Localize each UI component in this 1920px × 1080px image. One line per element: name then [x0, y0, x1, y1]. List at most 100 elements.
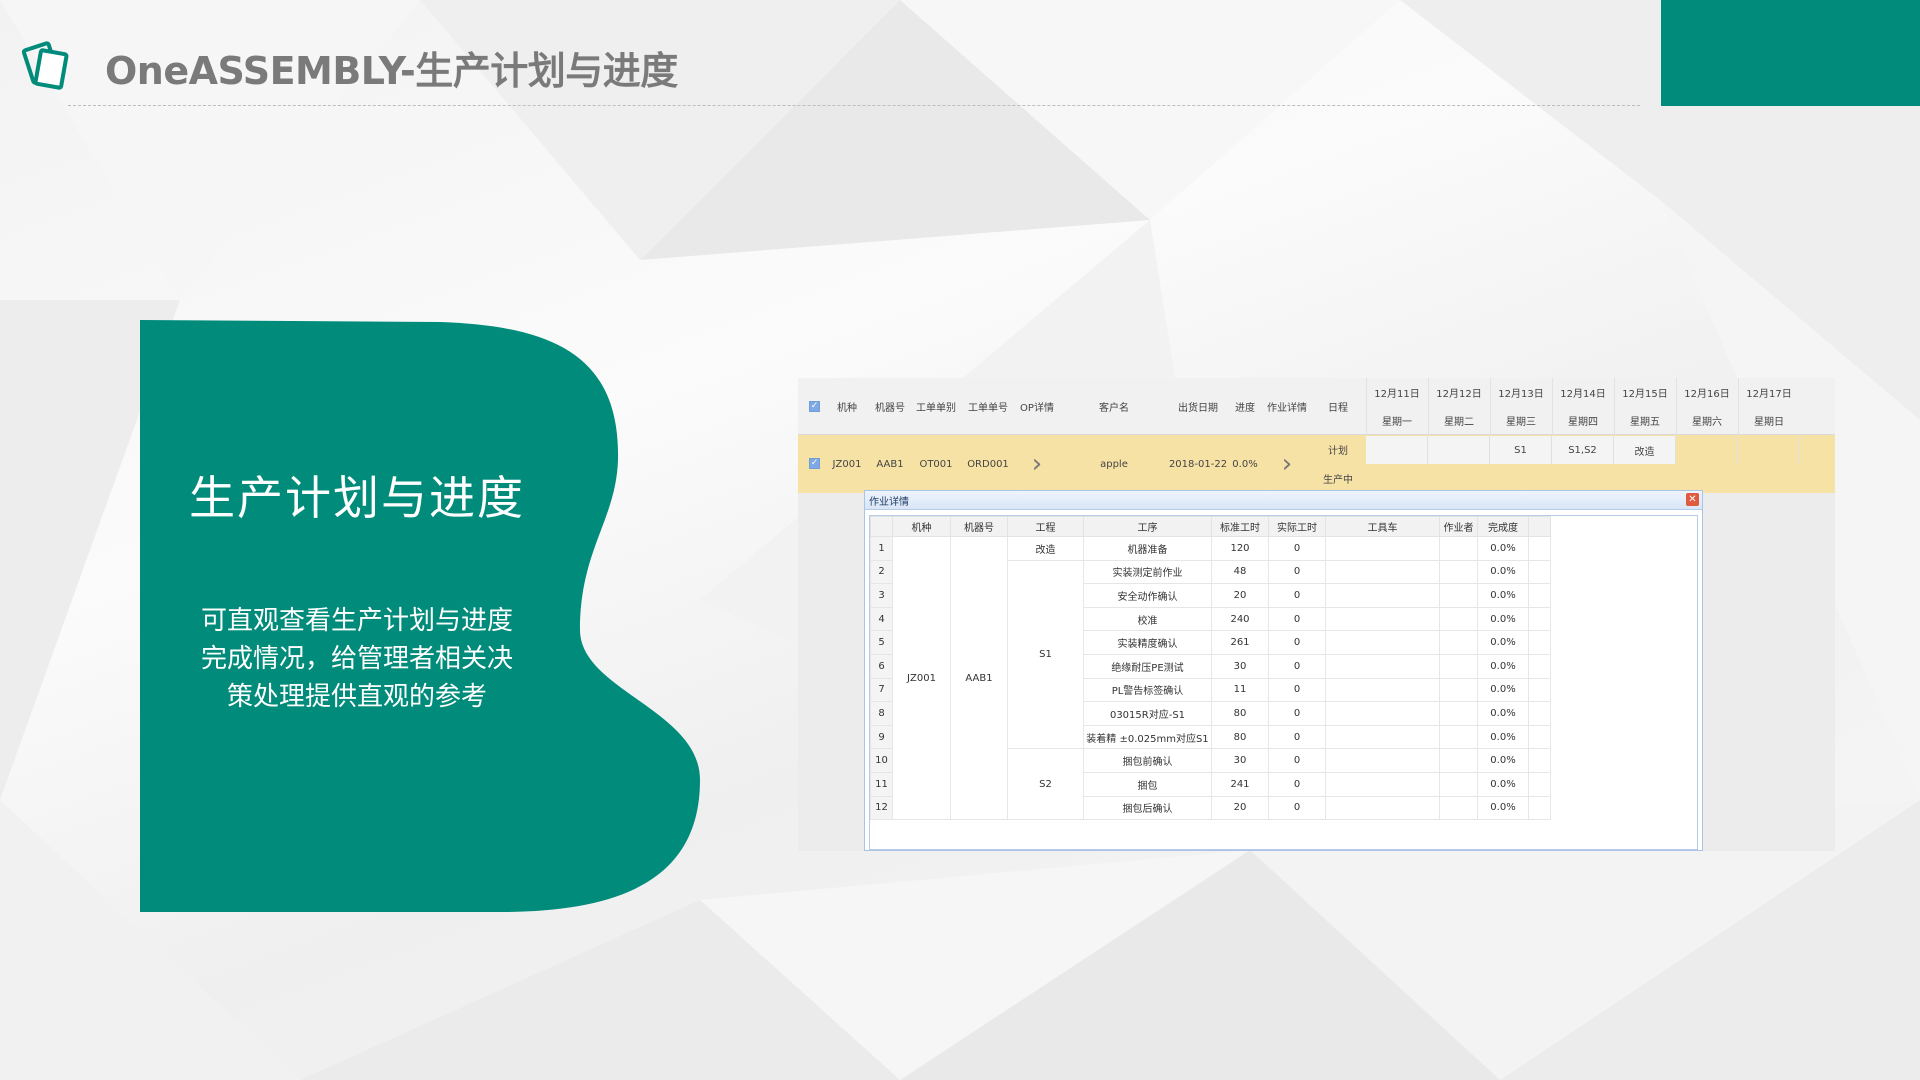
top-right-accent: [1661, 0, 1920, 106]
cell-actual-hours: 0: [1268, 771, 1326, 797]
col-header[interactable]: 完成度: [1477, 516, 1529, 537]
col-header[interactable]: 出货日期: [1170, 378, 1226, 435]
op-detail-chevron-icon[interactable]: ›: [1016, 435, 1058, 493]
col-header[interactable]: 日程: [1310, 378, 1366, 435]
cell-actual-hours: 0: [1268, 583, 1326, 608]
plan-day-cell[interactable]: [1366, 436, 1428, 464]
card-description-line: 策处理提供直观的参考: [226, 682, 487, 712]
col-header[interactable]: 标准工时: [1211, 516, 1269, 537]
plan-day-cell[interactable]: [1738, 436, 1800, 464]
date-header: 12月13日: [1498, 388, 1544, 400]
col-header[interactable]: 进度: [1226, 378, 1264, 435]
cell-actual-hours: 0: [1268, 559, 1326, 585]
weekday-header: 星期日: [1754, 417, 1784, 428]
card-title: 生产计划与进度: [189, 471, 525, 525]
cell-std-hours: 20: [1211, 583, 1269, 608]
dialog-title-bar[interactable]: 作业详情 ✕: [865, 491, 1702, 510]
col-header[interactable]: 工单单号: [960, 378, 1016, 435]
cell-spacer: [1528, 653, 1551, 679]
cell-operator: [1439, 559, 1478, 585]
cell-machine: AAB1: [950, 535, 1008, 821]
row-number: 12: [870, 795, 893, 821]
row-number: 4: [870, 606, 893, 632]
col-header[interactable]: 机器号: [950, 516, 1008, 537]
cell-process: 机器准备: [1083, 536, 1212, 561]
dialog-title: 作业详情: [869, 497, 909, 508]
cell-tool-cart: [1325, 771, 1440, 797]
cell-completion: 0.0%: [1477, 559, 1529, 585]
row-checkbox[interactable]: ✓: [809, 458, 820, 469]
select-all-checkbox[interactable]: ✓: [809, 401, 820, 412]
date-header: 12月17日: [1746, 388, 1792, 400]
plan-day-cell[interactable]: [1676, 436, 1738, 464]
col-header[interactable]: 实际工时: [1268, 516, 1326, 537]
cell-std-hours: 30: [1211, 653, 1269, 679]
cell-tool-cart: [1325, 795, 1440, 821]
col-header[interactable]: 机种: [892, 516, 951, 537]
weekday-header: 星期四: [1568, 417, 1598, 428]
cell-operator: [1439, 748, 1478, 773]
plan-day-cell[interactable]: [1428, 436, 1490, 464]
cell-customer: apple: [1100, 458, 1128, 470]
cell-tool-cart: [1325, 583, 1440, 608]
cell-actual-hours: 0: [1268, 653, 1326, 679]
col-header[interactable]: 作业详情: [1264, 378, 1310, 435]
row-number: 1: [870, 536, 893, 561]
cell-process: 捆包: [1083, 771, 1212, 797]
cell-operator: [1439, 771, 1478, 797]
app-screenshot: ✓ 机种 机器号 工单单别 工单单号 OP详情 客户名 出货日期 进度 作业详情…: [798, 378, 1835, 851]
date-header: 12月16日: [1684, 388, 1730, 400]
col-header[interactable]: 作业者: [1439, 516, 1478, 537]
cell-process: 实装测定前作业: [1083, 559, 1212, 585]
table-header-row: 机种 机器号 工程 工序 标准工时 实际工时 工具车 作业者 完成度: [870, 516, 1551, 537]
plan-day-cell[interactable]: S1: [1490, 436, 1552, 464]
cell-operator: [1439, 677, 1478, 703]
job-detail-dialog: 作业详情 ✕ 机种 机器号 工程 工序 标准工时 实际工时 工具车 作业者 完成…: [864, 490, 1703, 851]
cell-process: 校准: [1083, 606, 1212, 632]
cell-process: 捆包前确认: [1083, 748, 1212, 773]
cell-completion: 0.0%: [1477, 748, 1529, 773]
table-row[interactable]: 1 JZ001 AAB1 改造 机器准备 120 0 0.0%: [870, 535, 1551, 821]
cell-tool-cart: [1325, 653, 1440, 679]
col-header[interactable]: 机器号: [868, 378, 912, 435]
cell-process: 03015R对应-S1: [1083, 701, 1212, 726]
col-header[interactable]: 工程: [1007, 516, 1084, 537]
cell-spacer: [1528, 677, 1551, 703]
col-header[interactable]: 工具车: [1325, 516, 1440, 537]
cell-order-type: OT001: [919, 458, 953, 470]
cell-operator: [1439, 536, 1478, 561]
cell-model: JZ001: [832, 458, 862, 470]
col-header[interactable]: 机种: [826, 378, 868, 435]
col-header[interactable]: 客户名: [1058, 378, 1170, 435]
cell-process: PL警告标签确认: [1083, 677, 1212, 703]
cell-actual-hours: 0: [1268, 630, 1326, 655]
col-header[interactable]: OP详情: [1016, 378, 1058, 435]
cell-actual-hours: 0: [1268, 677, 1326, 703]
cell-machine: AAB1: [876, 458, 904, 470]
col-header-index: [870, 516, 893, 537]
cell-spacer: [1528, 536, 1551, 561]
cell-actual-hours: 0: [1268, 606, 1326, 632]
cell-process: 捆包后确认: [1083, 795, 1212, 821]
cell-spacer: [1528, 559, 1551, 585]
cell-std-hours: 11: [1211, 677, 1269, 703]
cell-std-hours: 80: [1211, 701, 1269, 726]
cell-tool-cart: [1325, 536, 1440, 561]
weekday-header: 星期一: [1382, 417, 1412, 428]
plan-day-cell[interactable]: 改造: [1614, 436, 1676, 464]
row-number: 3: [870, 583, 893, 608]
cell-actual-hours: 0: [1268, 748, 1326, 773]
cell-completion: 0.0%: [1477, 653, 1529, 679]
close-icon[interactable]: ✕: [1686, 493, 1699, 506]
cell-completion: 0.0%: [1477, 724, 1529, 750]
cell-tool-cart: [1325, 630, 1440, 655]
cell-process: 实装精度确认: [1083, 630, 1212, 655]
col-header[interactable]: 工序: [1083, 516, 1212, 537]
cell-process: 安全动作确认: [1083, 583, 1212, 608]
cell-completion: 0.0%: [1477, 771, 1529, 797]
cell-progress: 0.0%: [1232, 458, 1258, 470]
cell-spacer: [1528, 795, 1551, 821]
job-detail-chevron-icon[interactable]: ›: [1264, 435, 1310, 493]
plan-day-cell[interactable]: S1,S2: [1552, 436, 1614, 464]
col-header[interactable]: 工单单别: [912, 378, 960, 435]
